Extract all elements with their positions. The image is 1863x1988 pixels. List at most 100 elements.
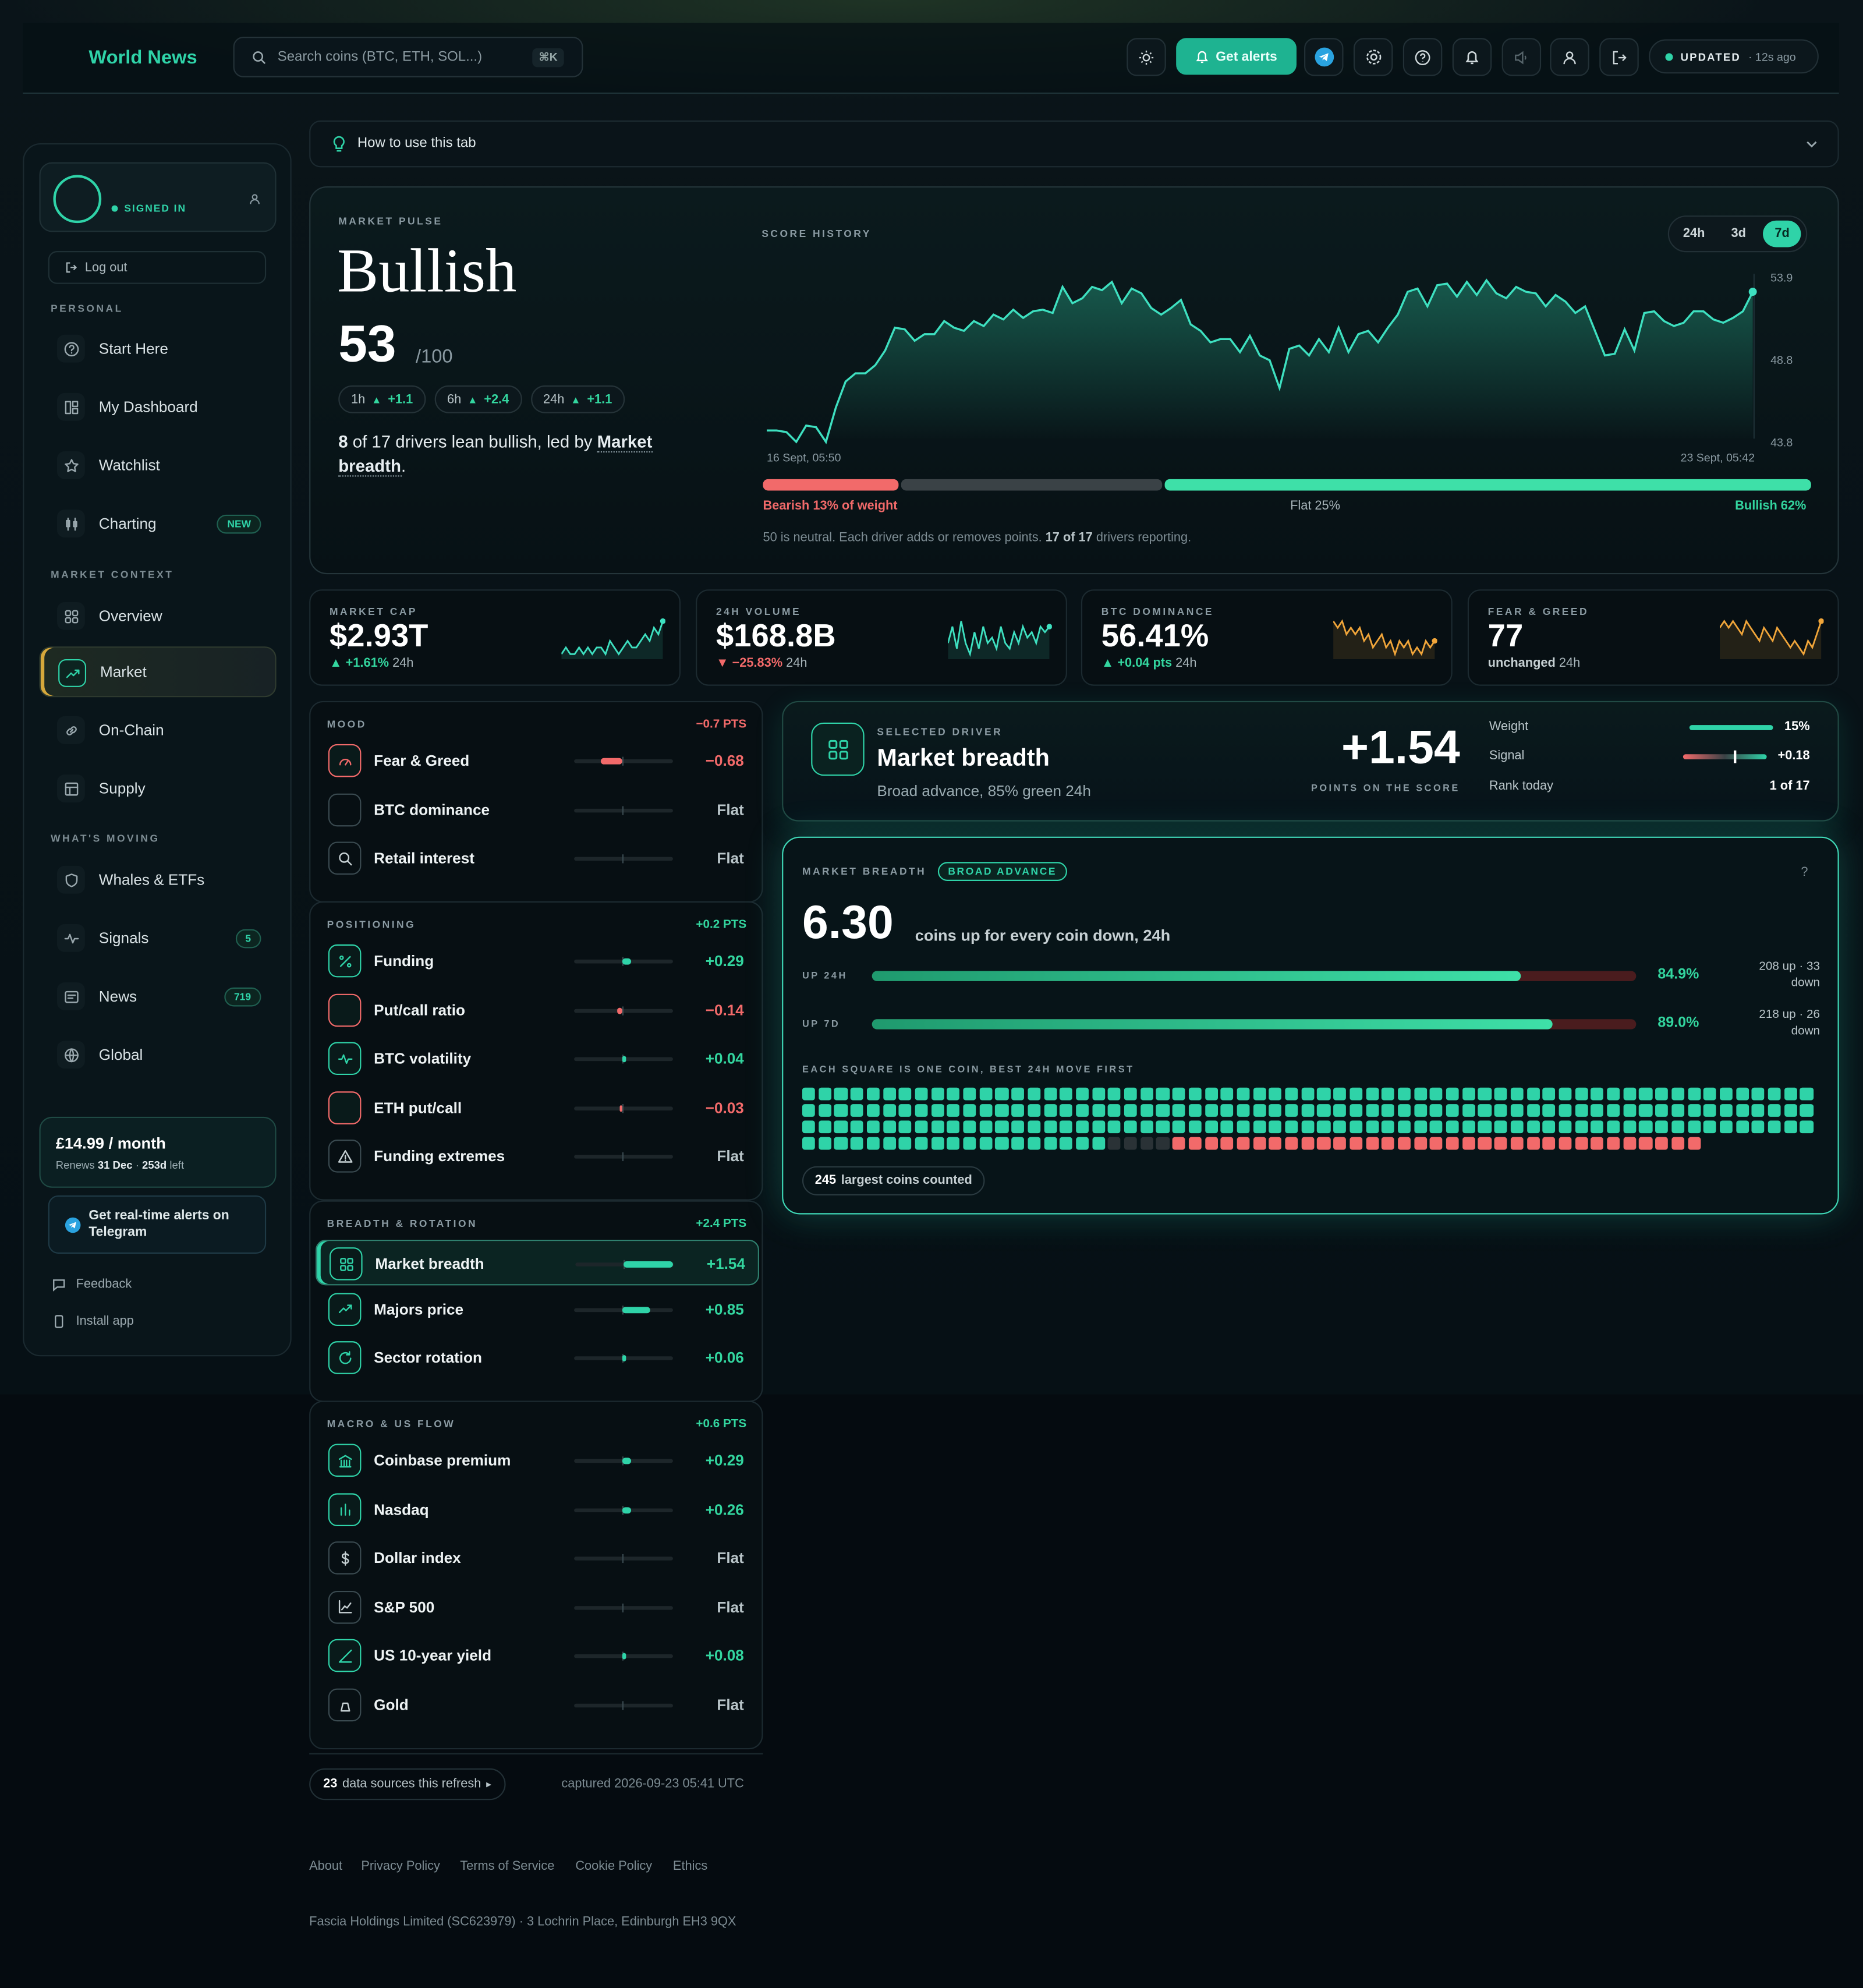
stat-card-24h-volume[interactable]: 24H VOLUME $168.8B ▼ −25.83% 24h (696, 589, 1067, 686)
help-icon[interactable]: ? (1801, 866, 1808, 880)
coin-square (1237, 1087, 1250, 1101)
footer-link-cookie-policy[interactable]: Cookie Policy (575, 1860, 652, 1874)
user-card[interactable]: SIGNED IN (39, 162, 277, 232)
sidebar-item-badge: NEW (217, 514, 261, 533)
sidebar-item-on-chain[interactable]: On-Chain (39, 705, 276, 755)
sidebar-item-market[interactable]: Market (39, 646, 277, 698)
driver-bar-zero (622, 1554, 624, 1563)
app-root: World News Search coins (BTC, ETH, SOL..… (0, 0, 1863, 1988)
subscription-card[interactable]: £14.99 / month Renews 31 Dec · 253d left (39, 1116, 277, 1188)
driver-row-funding-extremes[interactable]: Funding extremes Flat (325, 1136, 756, 1177)
driver-row-put-call-ratio[interactable]: Put/call ratio −0.14 (325, 989, 756, 1030)
warning-icon (337, 1149, 352, 1163)
driver-row-gold[interactable]: Gold Flat (325, 1685, 756, 1725)
coin-square (947, 1104, 960, 1117)
driver-row-us-10-year-yield[interactable]: US 10-year yield +0.08 (325, 1636, 756, 1676)
range-tab-7d[interactable]: 7d (1763, 220, 1801, 247)
sidebar-item-my-dashboard[interactable]: My Dashboard (39, 381, 276, 432)
driver-icon-wrap (328, 1341, 362, 1375)
footer-link-terms-of-service[interactable]: Terms of Service (460, 1860, 554, 1874)
range-tab-3d[interactable]: 3d (1722, 221, 1755, 247)
sidebar-item-charting[interactable]: Charting NEW (39, 498, 276, 549)
driver-name: US 10-year yield (374, 1647, 492, 1665)
sidebar-item-start-here[interactable]: Start Here (39, 323, 276, 374)
search-placeholder: Search coins (BTC, ETH, SOL...) (277, 49, 483, 65)
theme-toggle-button[interactable] (1127, 38, 1166, 76)
sidebar-item-label: Overview (98, 607, 162, 625)
coin-square (883, 1137, 896, 1150)
driver-name: BTC dominance (374, 800, 490, 819)
footer-link-about[interactable]: About (309, 1860, 342, 1874)
range-tab-24h[interactable]: 24h (1674, 221, 1714, 247)
driver-row-btc-volatility[interactable]: BTC volatility +0.04 (325, 1038, 756, 1079)
coin-square (1253, 1087, 1266, 1101)
coin-square (1575, 1137, 1588, 1150)
driver-row-nasdaq[interactable]: Nasdaq +0.26 (325, 1489, 756, 1530)
coin-square (915, 1137, 928, 1150)
signed-in-status: SIGNED IN (111, 203, 186, 214)
score-history-chart (767, 274, 1757, 444)
driver-bar-track (574, 1505, 673, 1515)
driver-row-btc-dominance[interactable]: BTC dominance Flat (325, 789, 756, 830)
logout-button[interactable] (1599, 38, 1639, 76)
sidebar-item-supply[interactable]: Supply (39, 763, 276, 813)
coin-square (1430, 1087, 1443, 1101)
broad-advance-badge: BROAD ADVANCE (937, 862, 1067, 881)
how-to-accordion[interactable]: How to use this tab (309, 120, 1839, 168)
sidebar-item-signals[interactable]: Signals 5 (39, 912, 276, 963)
help-button[interactable] (1402, 38, 1443, 76)
install-app-link[interactable]: Install app (52, 1314, 134, 1328)
brand-logo[interactable]: World News (88, 47, 197, 69)
divider (309, 1753, 763, 1754)
data-sources-button[interactable]: 23 data sources this refresh ▸ (309, 1768, 505, 1800)
driver-row-dollar-index[interactable]: Dollar index Flat (325, 1538, 756, 1579)
sidebar-item-global[interactable]: Global (39, 1030, 276, 1080)
driver-row-coinbase-premium[interactable]: Coinbase premium +0.29 (325, 1440, 756, 1481)
sidebar-item-overview[interactable]: Overview (39, 590, 276, 641)
driver-bar-fill (622, 1506, 631, 1513)
telegram-button[interactable] (1304, 38, 1344, 76)
yield-icon (338, 1649, 352, 1663)
coin-square (1092, 1087, 1105, 1101)
sound-button[interactable] (1501, 38, 1542, 76)
coin-square (963, 1087, 976, 1101)
driver-row-fear-greed[interactable]: Fear & Greed −0.68 (325, 740, 756, 781)
driver-row-majors-price[interactable]: Majors price +0.85 (325, 1289, 756, 1329)
driver-bar-track (574, 1554, 673, 1563)
driver-bar-zero (622, 1152, 624, 1162)
driver-row-funding[interactable]: Funding +0.29 (325, 940, 756, 981)
sidebar-icon-wrap (56, 602, 85, 630)
footer-link-privacy-policy[interactable]: Privacy Policy (361, 1860, 440, 1874)
driver-value: +0.26 (705, 1500, 744, 1519)
sidebar-item-watchlist[interactable]: Watchlist (39, 440, 276, 490)
feedback-link[interactable]: Feedback (52, 1278, 132, 1292)
market-pulse-caption: MARKET PULSE (338, 215, 443, 227)
search-input[interactable]: Search coins (BTC, ETH, SOL...) ⌘K (233, 37, 583, 77)
sidebar-item-whales-etfs[interactable]: Whales & ETFs (39, 854, 276, 905)
coin-square (802, 1087, 816, 1101)
driver-value: −0.03 (705, 1098, 744, 1117)
footer-link-ethics[interactable]: Ethics (673, 1860, 707, 1874)
bell-icon (1465, 50, 1479, 64)
coin-square (979, 1087, 993, 1101)
coin-square (1462, 1087, 1475, 1101)
stat-card-fear-greed[interactable]: FEAR & GREED 77 unchanged 24h (1467, 589, 1839, 686)
stat-card-btc-dominance[interactable]: BTC DOMINANCE 56.41% ▲ +0.04 pts 24h (1081, 589, 1453, 686)
notifications-button[interactable] (1452, 38, 1492, 76)
driver-row-eth-put-call[interactable]: ETH put/call −0.03 (325, 1087, 756, 1128)
driver-row-sector-rotation[interactable]: Sector rotation +0.06 (325, 1338, 756, 1378)
telegram-alerts-button[interactable]: Get real-time alerts on Telegram (48, 1195, 267, 1254)
get-alerts-button[interactable]: Get alerts (1176, 38, 1297, 75)
driver-row-s-p-500[interactable]: S&P 500 Flat (325, 1587, 756, 1628)
driver-row-retail-interest[interactable]: Retail interest Flat (325, 838, 756, 879)
driver-row-market-breadth[interactable]: Market breadth +1.54 (316, 1240, 759, 1286)
account-button[interactable] (1550, 38, 1589, 76)
settings-button[interactable] (1353, 38, 1393, 76)
coin-square (1285, 1087, 1298, 1101)
coin-square (1800, 1120, 1814, 1134)
stat-card-market-cap[interactable]: MARKET CAP $2.93T ▲ +1.61% 24h (309, 589, 681, 686)
sidebar-item-news[interactable]: News 719 (39, 971, 276, 1022)
coin-square (1703, 1104, 1717, 1117)
logout-link[interactable]: Log out (48, 251, 267, 284)
updated-age: · 12s ago (1748, 49, 1796, 63)
